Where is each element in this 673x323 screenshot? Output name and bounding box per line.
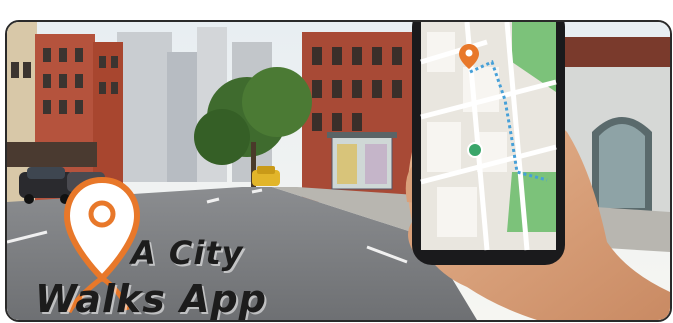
smartphone — [412, 22, 565, 265]
bus-shelter — [327, 132, 397, 190]
title-line-2: Walks App — [35, 277, 267, 321]
current-location-icon — [467, 142, 483, 158]
map-park-2 — [507, 172, 556, 232]
map — [420, 22, 557, 251]
city-street-photo — [7, 22, 670, 320]
title-line-1: A City — [131, 234, 244, 272]
poster-frame: A City Walks App — [5, 20, 672, 322]
